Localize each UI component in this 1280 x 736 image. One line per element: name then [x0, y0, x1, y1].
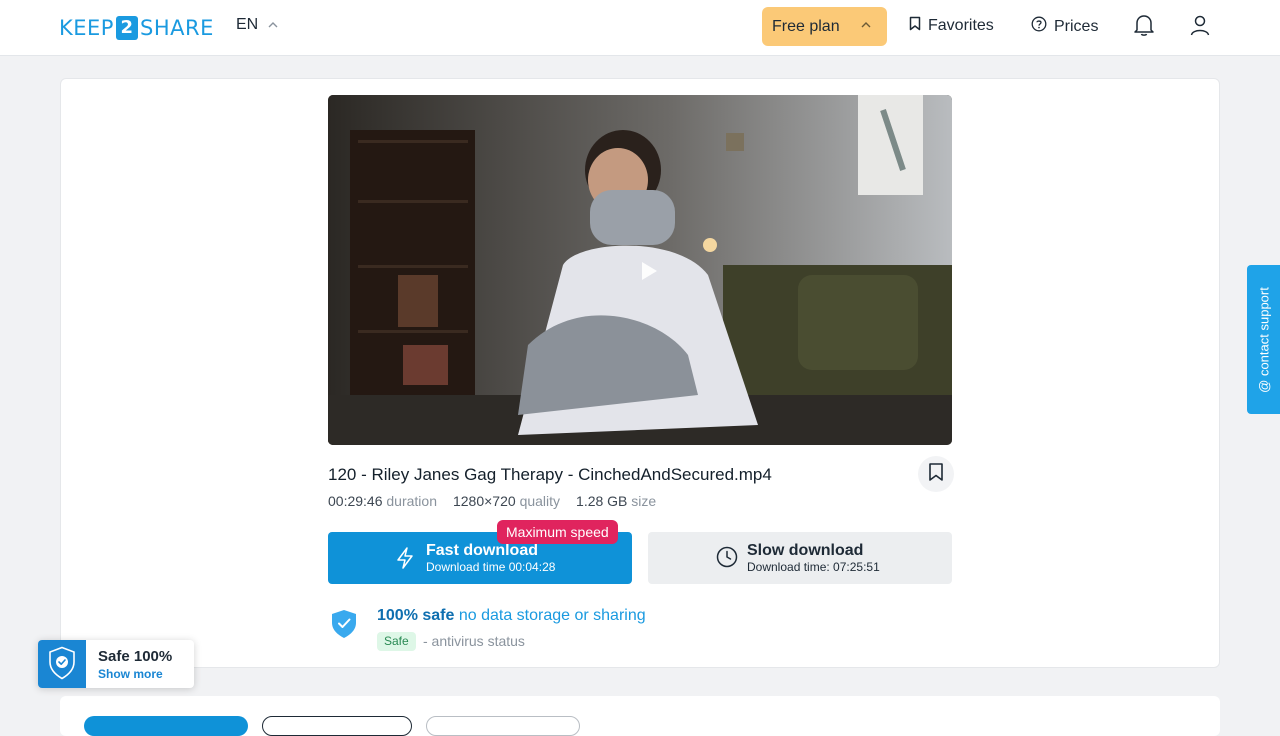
- favorites-label: Favorites: [928, 17, 994, 34]
- tab-pill-1[interactable]: [84, 716, 248, 736]
- site-logo[interactable]: KEEP 2 SHARE: [59, 14, 214, 42]
- file-meta: 00:29:46 duration 1280×720 quality 1.28 …: [328, 493, 656, 509]
- contact-support-label: @ contact support: [1256, 286, 1271, 393]
- show-more-link[interactable]: Show more: [98, 667, 163, 681]
- safe-statement: 100% safe no data storage or sharing: [377, 607, 646, 625]
- top-header: KEEP 2 SHARE EN Free plan Favorites Pric…: [0, 0, 1280, 56]
- user-icon: [1189, 14, 1211, 41]
- help-circle-icon: [1031, 16, 1047, 37]
- size-label: size: [631, 493, 657, 509]
- clock-icon: [716, 546, 738, 573]
- plan-label: Free plan: [772, 17, 840, 35]
- file-title: 120 - Riley Janes Gag Therapy - CinchedA…: [328, 465, 772, 484]
- contact-support-tab[interactable]: @ contact support: [1247, 265, 1280, 414]
- language-label: EN: [236, 16, 259, 33]
- notifications-button[interactable]: [1132, 14, 1156, 40]
- account-button[interactable]: [1188, 14, 1212, 40]
- tab-pill-3[interactable]: [426, 716, 580, 736]
- duration-info: 00:29:46 duration: [328, 493, 437, 509]
- slow-download-label: Slow download: [747, 542, 864, 559]
- popup-icon-area: [38, 640, 86, 688]
- popup-title: Safe 100%: [98, 648, 173, 665]
- antivirus-status: - antivirus status: [423, 633, 525, 649]
- size-info: 1.28 GB size: [576, 493, 656, 509]
- slow-download-button[interactable]: Slow download Download time: 07:25:51: [648, 532, 952, 584]
- logo-badge: 2: [115, 16, 138, 40]
- lightning-icon: [396, 547, 414, 574]
- bookmark-icon: [909, 16, 921, 36]
- shield-check-icon: [48, 646, 76, 685]
- logo-text-left: KEEP: [59, 16, 114, 40]
- fast-download-label: Fast download: [426, 542, 538, 559]
- prices-link[interactable]: Prices: [1031, 16, 1098, 37]
- prices-label: Prices: [1054, 17, 1099, 35]
- slow-download-time: Download time: 07:25:51: [747, 560, 880, 574]
- safe-strong-text: 100% safe: [377, 607, 455, 624]
- duration-label: duration: [386, 493, 437, 509]
- plan-button[interactable]: Free plan: [762, 7, 887, 46]
- antivirus-badge: Safe: [377, 632, 416, 651]
- video-preview[interactable]: [328, 95, 952, 445]
- safe-popup[interactable]: Safe 100% Show more: [38, 640, 194, 688]
- play-icon[interactable]: [638, 260, 660, 287]
- duration-value: 00:29:46: [328, 493, 383, 509]
- favorites-link[interactable]: Favorites: [909, 16, 994, 36]
- bell-icon: [1133, 13, 1155, 42]
- shield-check-icon: [331, 609, 357, 644]
- size-value: 1.28 GB: [576, 493, 628, 509]
- logo-text-right: SHARE: [139, 16, 214, 40]
- bookmark-icon: [928, 462, 944, 487]
- add-favorite-button[interactable]: [918, 456, 954, 492]
- language-selector[interactable]: EN: [236, 16, 278, 34]
- quality-label: quality: [519, 493, 561, 509]
- quality-value: 1280×720: [452, 493, 516, 509]
- maximum-speed-badge: Maximum speed: [497, 520, 618, 544]
- fast-download-time: Download time 00:04:28: [426, 560, 556, 574]
- chevron-up-icon: [861, 19, 871, 31]
- chevron-up-icon: [268, 19, 278, 31]
- quality-info: 1280×720 quality: [453, 493, 560, 509]
- tab-pill-2[interactable]: [262, 716, 412, 736]
- safe-detail-text: no data storage or sharing: [458, 607, 646, 624]
